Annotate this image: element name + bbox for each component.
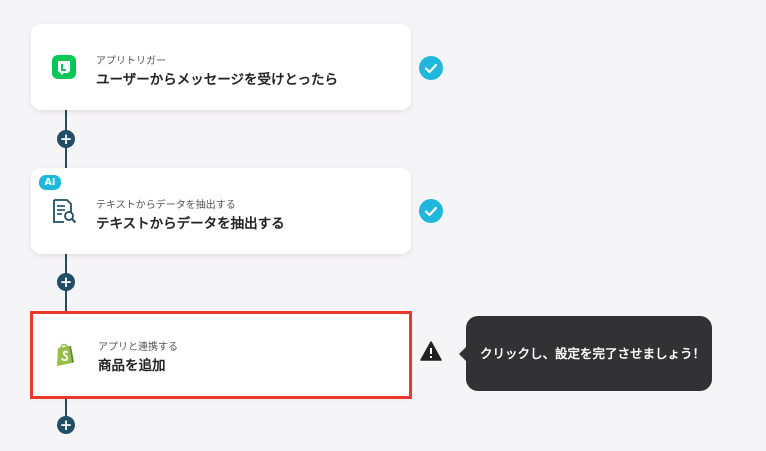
add-step-button[interactable]: + <box>57 130 75 148</box>
step-title: ユーザーからメッセージを受けとったら <box>96 72 339 88</box>
warning-icon <box>420 341 442 361</box>
step-subtitle: テキストからデータを抽出する <box>96 200 236 211</box>
tooltip-text: クリックし、設定を完了させましょう！ <box>480 346 706 361</box>
flow-canvas: + + + アプリトリガー ユーザーからメッセージを受けとったら テキストからデ… <box>0 0 766 451</box>
tooltip: クリックし、設定を完了させましょう！ <box>459 316 712 391</box>
flow-step-extract[interactable]: テキストからデータを抽出する テキストからデータを抽出する <box>31 168 411 254</box>
add-step-button[interactable]: + <box>57 273 75 291</box>
check-icon <box>419 56 443 80</box>
ai-badge: AI <box>39 175 61 190</box>
shopify-icon <box>52 341 78 367</box>
line-app-icon <box>51 54 77 80</box>
add-step-button[interactable]: + <box>57 416 75 434</box>
step-title: 商品を追加 <box>98 358 166 374</box>
step-title: テキストからデータを抽出する <box>96 216 285 232</box>
flow-step-add-product[interactable]: アプリと連携する 商品を追加 <box>30 311 412 399</box>
flow-step-trigger[interactable]: アプリトリガー ユーザーからメッセージを受けとったら <box>31 24 411 110</box>
flow-connector <box>65 397 67 417</box>
document-search-icon <box>51 198 77 224</box>
step-subtitle: アプリトリガー <box>96 56 166 67</box>
check-icon <box>419 199 443 223</box>
step-subtitle: アプリと連携する <box>98 342 178 353</box>
